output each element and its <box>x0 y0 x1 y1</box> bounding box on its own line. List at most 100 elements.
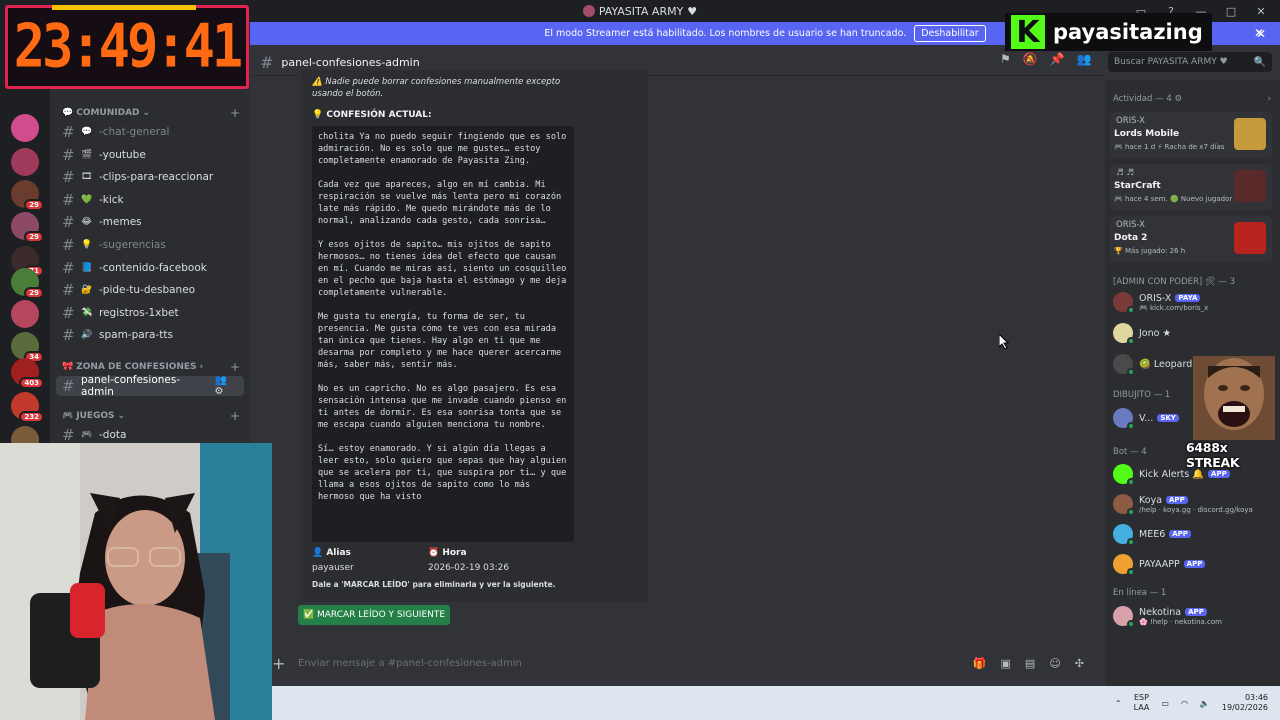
member-row[interactable]: Nekotina APP 🌸 !help · nekotina.com <box>1113 604 1273 628</box>
gamepad-icon: 🎮 <box>62 411 74 421</box>
mark-read-button[interactable]: ✅ MARCAR LEÍDO Y SIGUIENTE <box>298 605 450 625</box>
server-icon <box>582 5 595 17</box>
member-row[interactable]: Koya APP/help · koya.gg · discord.gg/koya <box>1113 492 1273 516</box>
channel-item[interactable]: # 💡 -sugerencias <box>56 235 244 255</box>
avatar <box>1113 524 1135 546</box>
channel-item[interactable]: # 🔊 spam-para-tts <box>56 325 244 345</box>
close-button[interactable]: ✕ <box>1248 0 1274 22</box>
channel-item[interactable]: # 💬 -chat-general <box>56 122 244 142</box>
close-icon[interactable]: ✕ <box>1254 26 1264 40</box>
apps-icon[interactable]: ✣ <box>1075 657 1084 670</box>
channel-item[interactable]: # 🔐 -pide-tu-desbaneo <box>56 280 244 300</box>
maximize-button[interactable]: □ <box>1218 0 1244 22</box>
chevron-right-icon: › <box>199 362 204 372</box>
avatar <box>1113 494 1135 516</box>
emoji-icon[interactable]: ☺ <box>1049 657 1060 670</box>
status-dot <box>1127 568 1135 576</box>
member-row[interactable]: MEE6 APP <box>1113 522 1273 546</box>
server-icon[interactable]: 232 <box>11 392 44 423</box>
avatar <box>1113 554 1135 576</box>
chevron-right-icon[interactable]: › <box>1268 94 1271 104</box>
channel-item[interactable]: # 💸 registros-1xbet <box>56 303 244 323</box>
members-icon[interactable]: 👥 <box>1077 52 1092 66</box>
status-dot <box>1127 337 1135 345</box>
hash-icon: # <box>62 236 75 254</box>
server-icon[interactable] <box>11 148 39 176</box>
channel-dota[interactable]: # 🎮 -dota <box>56 425 244 445</box>
channel-settings-icon[interactable]: 👥 ⚙ <box>214 375 238 397</box>
channel-item[interactable]: # 📘 -contenido-facebook <box>56 258 244 278</box>
hash-icon: # <box>62 145 75 164</box>
server-icon[interactable]: 29 <box>11 180 44 211</box>
server-icon[interactable]: 29 <box>11 212 44 243</box>
ribbon-icon: 🎀 <box>62 362 74 372</box>
gear-icon[interactable]: ⚙ <box>1174 94 1182 104</box>
member-name: ORIS-X <box>1139 292 1172 304</box>
member-tag-badge: APP <box>1185 608 1207 616</box>
add-channel-icon[interactable]: + <box>230 106 240 120</box>
member-name: V... <box>1139 412 1154 424</box>
banner-text: El modo Streamer está habilitado. Los no… <box>544 28 907 39</box>
channel-label: -sugerencias <box>99 239 166 251</box>
kick-channel-name: payasitazing <box>1053 20 1203 44</box>
server-icon[interactable]: 403 <box>11 358 44 389</box>
confession-text: cholita Ya no puedo seguir fingiendo que… <box>312 126 574 542</box>
member-row[interactable]: PAYAAPP APP <box>1113 552 1273 576</box>
group-bot-header: Bot — 4 <box>1113 447 1147 457</box>
channel-label: -pide-tu-desbaneo <box>99 284 196 297</box>
search-input[interactable]: Buscar PAYASITA ARMY ♥ 🔍 <box>1108 52 1272 72</box>
channel-item[interactable]: # 🎞 -clips-para-reaccionar <box>56 167 244 187</box>
disable-streamer-button[interactable]: Deshabilitar <box>914 25 986 42</box>
category-zona[interactable]: 🎀 ZONA DE CONFESIONES › + <box>62 360 240 374</box>
mute-bell-icon[interactable]: 🔕 <box>1023 52 1038 66</box>
channel-item[interactable]: # 🎬 -youtube <box>56 145 244 165</box>
channel-title: panel-confesiones-admin <box>281 56 420 69</box>
activity-card[interactable]: ♬ ♬ StarCraft 🎮 hace 4 sem. 🟢 Nuevo jugado… <box>1110 164 1272 210</box>
member-name: PAYAAPP <box>1139 558 1180 570</box>
sticker-icon[interactable]: ▤ <box>1025 657 1035 670</box>
server-icon[interactable]: 29 <box>11 268 44 299</box>
activity-detail: 🎮 hace 1 d ⚡ Racha de x7 días <box>1114 143 1225 151</box>
add-channel-icon[interactable]: + <box>230 409 240 423</box>
member-name: Koya <box>1139 494 1163 506</box>
channel-emoji-icon: 🎞 <box>81 172 93 183</box>
activity-card[interactable]: ORIS-X Dota 2 🏆 Más jugado: 26 h <box>1110 216 1272 262</box>
add-channel-icon[interactable]: + <box>230 360 240 374</box>
warning-text: ⚠️ Nadie puede borrar confesiones manual… <box>312 77 561 99</box>
hash-icon: # <box>62 190 75 209</box>
threads-icon[interactable]: ⚑ <box>1000 52 1011 66</box>
activity-user: ♬ ♬ <box>1116 168 1134 178</box>
category-juegos[interactable]: 🎮 JUEGOS ⌄ + <box>62 409 240 423</box>
server-icon[interactable] <box>11 300 39 328</box>
status-dot <box>1127 538 1135 546</box>
server-icon[interactable] <box>11 114 39 142</box>
channel-panel-confesiones-admin[interactable]: # panel-confesiones-admin 👥 ⚙ <box>56 374 244 398</box>
gift-icon[interactable]: 🎁 <box>973 657 987 670</box>
activity-user: ORIS-X <box>1116 116 1145 126</box>
network-icon[interactable]: ▭ <box>1161 699 1169 708</box>
channel-label: -chat-general <box>99 126 170 138</box>
wifi-icon[interactable]: ◠ <box>1181 699 1188 708</box>
chevron-up-icon[interactable]: ⌃ <box>1115 699 1122 708</box>
timer-accent-bar <box>52 5 196 10</box>
add-attachment-icon[interactable]: + <box>272 654 285 673</box>
gif-icon[interactable]: ▣ <box>1001 657 1011 670</box>
category-comunidad[interactable]: 💬 COMUNIDAD ⌄ + <box>62 106 240 120</box>
hash-icon: # <box>62 123 75 141</box>
pin-icon[interactable]: 📌 <box>1050 52 1065 66</box>
message-composer[interactable]: + Enviar mensaje a #panel-confesiones-ad… <box>270 650 1100 676</box>
hora-field: ⏰ Hora <box>428 548 467 558</box>
member-row[interactable]: ORIS-X PAYA 🎮 kick.com/boris_x <box>1113 290 1273 314</box>
status-dot <box>1127 368 1135 376</box>
channel-emoji-icon: 💚 <box>81 194 93 205</box>
system-clock[interactable]: 03:46 19/02/2026 <box>1222 693 1268 713</box>
volume-icon[interactable]: 🔈 <box>1200 699 1210 708</box>
server-icon[interactable]: 34 <box>11 332 44 363</box>
channel-item[interactable]: # 💚 -kick <box>56 190 244 210</box>
webcam-feed <box>0 443 272 720</box>
channel-item[interactable]: # 😂 -memes <box>56 212 244 232</box>
member-row[interactable]: Jono ★ <box>1113 321 1273 345</box>
activity-card[interactable]: ORIS-X Lords Mobile 🎮 hace 1 d ⚡ Racha de … <box>1110 112 1272 158</box>
language-indicator[interactable]: ESP LAA <box>1134 693 1150 713</box>
hash-icon: # <box>62 213 75 232</box>
